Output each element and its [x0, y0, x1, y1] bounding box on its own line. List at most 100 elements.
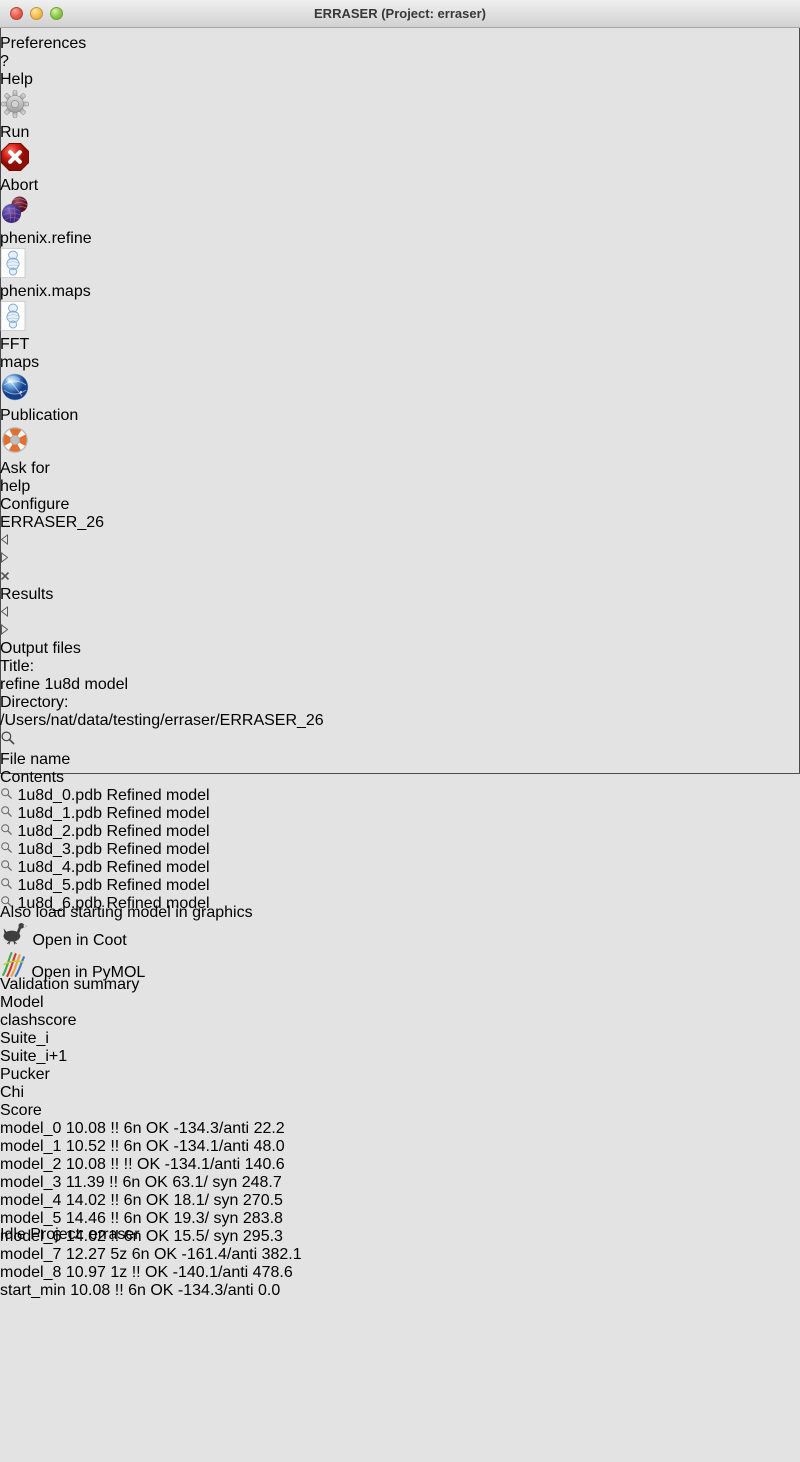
validation-row[interactable]: model_8 10.97 1z !! OK -140.1/anti 478.6: [0, 1264, 800, 1282]
globe-icon: [0, 372, 66, 407]
cell-suite-i: !!: [110, 1156, 119, 1173]
file-row[interactable]: 1u8d_0.pdb Refined model: [0, 787, 800, 805]
toolbar-label: Publication: [0, 407, 66, 425]
stop-x-icon: [0, 142, 50, 177]
question-mark-icon: ?: [0, 53, 44, 71]
directory-value: /Users/nat/data/testing/erraser/ERRASER_…: [0, 712, 800, 730]
tab-close-icon[interactable]: [0, 568, 800, 586]
validation-table-header: Model clashscore Suite_i Suite_i+1 Pucke…: [0, 994, 800, 1120]
validation-row[interactable]: model_1 10.52 !! 6n OK -134.1/anti 48.0: [0, 1138, 800, 1156]
toolbar-label: phenix.maps: [0, 283, 76, 301]
validation-row[interactable]: model_2 10.08 !! !! OK -134.1/anti 140.6: [0, 1156, 800, 1174]
tab-scroll-left-icon[interactable]: [0, 532, 800, 550]
open-in-coot-label: Open in Coot: [32, 932, 126, 949]
column-header-chi[interactable]: Chi: [0, 1084, 105, 1102]
density-map-icon: [0, 248, 76, 283]
toolbar-button-abort[interactable]: Abort: [0, 142, 50, 195]
column-header-file-name[interactable]: File name: [0, 751, 369, 769]
cell-pucker: OK: [146, 1120, 169, 1137]
column-header-suite-i1[interactable]: Suite_i+1: [0, 1048, 81, 1066]
cell-model: model_5: [0, 1210, 61, 1227]
cell-suite-i: !!: [110, 1138, 119, 1155]
cell-chi: -161.4/anti: [182, 1246, 258, 1263]
open-in-coot-button[interactable]: Open in Coot: [0, 922, 150, 950]
life-ring-icon: [0, 425, 72, 460]
cell-model: model_2: [0, 1156, 61, 1173]
cell-score: 22.2: [254, 1120, 285, 1137]
cell-score: 270.5: [243, 1192, 283, 1209]
open-directory-button[interactable]: [0, 730, 800, 751]
toolbar-button-phenix-refine[interactable]: phenix.refine: [0, 195, 80, 248]
title-value: refine 1u8d model: [0, 676, 800, 694]
magnifier-icon: [0, 841, 17, 858]
cell-score: 283.8: [243, 1210, 283, 1227]
toolbar: Preferences ? Help: [0, 0, 800, 496]
file-row[interactable]: 1u8d_3.pdb Refined model: [0, 841, 800, 859]
results-scroll-right-icon[interactable]: [0, 622, 800, 640]
cell-suite-i1: 6n: [124, 1138, 142, 1155]
column-header-contents[interactable]: Contents: [0, 769, 250, 787]
file-row[interactable]: 1u8d_5.pdb Refined model: [0, 877, 800, 895]
toolbar-label: Run: [0, 124, 44, 142]
cell-suite-i1: 6n: [124, 1192, 142, 1209]
toolbar-button-run[interactable]: Run: [0, 89, 44, 142]
status-bar: Idle Project: erraser: [0, 1226, 800, 1244]
tab-results[interactable]: Results: [0, 586, 800, 604]
toolbar-button-fft-maps[interactable]: FFT maps: [0, 301, 60, 372]
cell-pucker: OK: [150, 1282, 173, 1299]
column-header-suite-i[interactable]: Suite_i: [0, 1030, 82, 1048]
file-contents: Refined model: [106, 859, 209, 876]
file-contents: Refined model: [106, 805, 209, 822]
cell-chi: -134.3/anti: [178, 1282, 254, 1299]
file-contents: Refined model: [106, 823, 209, 840]
density-map-icon: [0, 301, 60, 336]
cell-suite-i: !!: [110, 1120, 119, 1137]
toolbar-button-ask-for-help[interactable]: Ask for help: [0, 425, 72, 496]
cell-clashscore: 10.08: [66, 1120, 106, 1137]
file-contents: Refined model: [106, 841, 209, 858]
toolbar-label: phenix.refine: [0, 230, 80, 248]
cell-clashscore: 14.02: [66, 1192, 106, 1209]
toolbar-label: Help: [0, 71, 44, 89]
cell-model: model_0: [0, 1120, 61, 1137]
column-header-score[interactable]: Score: [0, 1102, 80, 1120]
tab-configure[interactable]: Configure: [0, 496, 800, 514]
cell-pucker: OK: [145, 1264, 168, 1281]
validation-row[interactable]: model_3 11.39 !! 6n OK 63.1/ syn 248.7: [0, 1174, 800, 1192]
window-title: ERRASER (Project: erraser): [0, 6, 800, 21]
cell-score: 382.1: [262, 1246, 302, 1263]
cell-pucker: OK: [146, 1210, 169, 1227]
coot-bird-icon: [0, 932, 32, 949]
tab-erraser-26[interactable]: ERRASER_26: [0, 514, 800, 532]
cell-score: 140.6: [245, 1156, 285, 1173]
toolbar-button-phenix-maps[interactable]: phenix.maps: [0, 248, 76, 301]
toolbar-button-publication[interactable]: Publication: [0, 372, 66, 425]
cell-suite-i1: !!: [124, 1156, 133, 1173]
cell-pucker: OK: [154, 1246, 177, 1263]
validation-list: model_0 10.08 !! 6n OK -134.3/anti 22.2 …: [0, 1120, 800, 1300]
file-row[interactable]: 1u8d_1.pdb Refined model: [0, 805, 800, 823]
cell-score: 248.7: [242, 1174, 282, 1191]
validation-row[interactable]: start_min 10.08 !! 6n OK -134.3/anti 0.0: [0, 1282, 800, 1300]
results-scroll-left-icon[interactable]: [0, 604, 800, 622]
column-header-clashscore[interactable]: clashscore: [0, 1012, 82, 1030]
scrollbar-thumb[interactable]: [0, 1300, 800, 1462]
file-row[interactable]: 1u8d_2.pdb Refined model: [0, 823, 800, 841]
column-header-model[interactable]: Model: [0, 994, 75, 1012]
file-row[interactable]: 1u8d_4.pdb Refined model: [0, 859, 800, 877]
cell-suite-i: !!: [115, 1282, 124, 1299]
tab-label: Results: [0, 586, 53, 603]
scrollbar[interactable]: [0, 1300, 800, 1462]
validation-row[interactable]: model_7 12.27 5z 6n OK -161.4/anti 382.1: [0, 1246, 800, 1264]
cell-chi: -140.1/anti: [173, 1264, 249, 1281]
title-bar: ERRASER (Project: erraser): [0, 0, 800, 28]
output-files-list: 1u8d_0.pdb Refined model 1u8d_1.pdb Refi…: [0, 787, 800, 913]
cell-suite-i1: 6n: [128, 1282, 146, 1299]
tab-scroll-right-icon[interactable]: [0, 550, 800, 568]
cell-model: model_1: [0, 1138, 61, 1155]
validation-row[interactable]: model_0 10.08 !! 6n OK -134.3/anti 22.2: [0, 1120, 800, 1138]
column-header-pucker[interactable]: Pucker: [0, 1066, 80, 1084]
validation-row[interactable]: model_4 14.02 !! 6n OK 18.1/ syn 270.5: [0, 1192, 800, 1210]
toolbar-button-help[interactable]: ? Help: [0, 53, 44, 89]
file-name: 1u8d_4.pdb: [17, 859, 102, 876]
